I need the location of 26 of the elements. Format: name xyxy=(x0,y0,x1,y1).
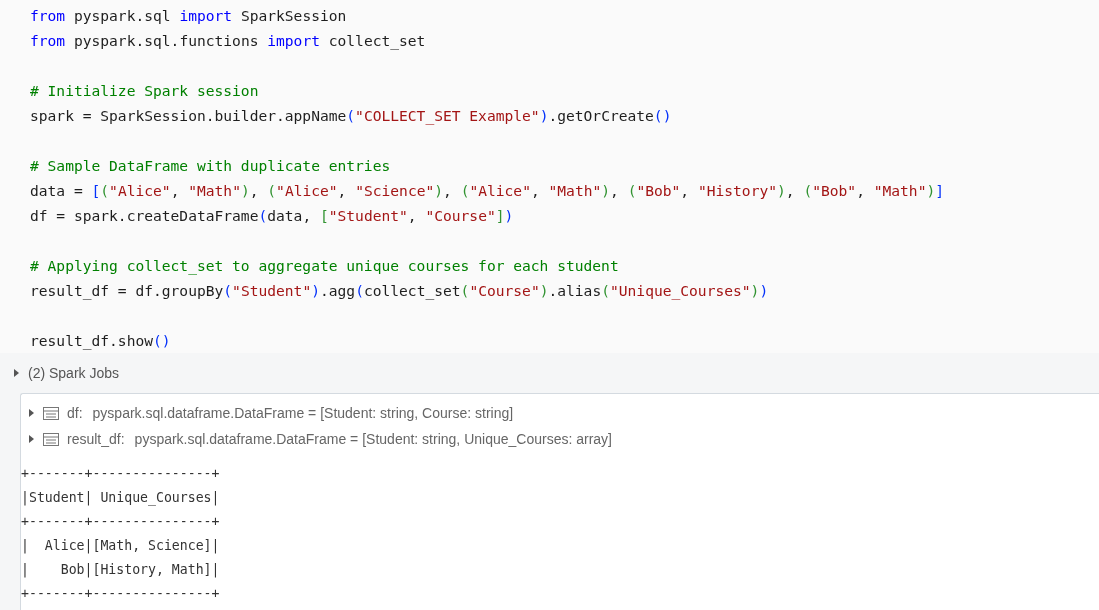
schema-type: pyspark.sql.dataframe.DataFrame = [Student: string, Unique_Courses: array] xyxy=(134,429,612,449)
schema-type: pyspark.sql.dataframe.DataFrame = [Student: string, Course: string] xyxy=(92,403,514,423)
code-line: spark = SparkSession.builder.appName("COLLECT_SET Example").getOrCreate() xyxy=(30,106,672,127)
code-line: result_df.show() xyxy=(30,331,171,352)
spark-jobs-toggle[interactable]: (2) Spark Jobs xyxy=(28,362,120,384)
code-line: from pyspark.sql.functions import collect_set xyxy=(30,31,426,52)
table-icon xyxy=(43,432,59,446)
code-line: from pyspark.sql import SparkSession xyxy=(30,6,347,26)
code-line: data = [("Alice", "Math"), ("Alice", "Science"), ("Alice", "Math"), ("Bob", "History"), ("Bob", "Math")] xyxy=(30,181,944,201)
code-line: # Applying collect_set to aggregate unique courses for each student xyxy=(30,256,619,277)
caret-icon[interactable] xyxy=(27,434,35,444)
caret-icon[interactable] xyxy=(12,368,20,378)
output-line: | Bob|[History, Math]| xyxy=(21,561,220,580)
schema-name: result_df: xyxy=(67,429,125,449)
code-line: df = spark.createDataFrame(data, ["Student", "Course"]) xyxy=(30,206,514,226)
code-line: # Sample DataFrame with duplicate entries xyxy=(30,156,391,176)
code-line: # Initialize Spark session xyxy=(30,81,259,101)
table-icon xyxy=(43,406,59,420)
output-line: | Alice|[Math, Science]| xyxy=(21,537,220,556)
output-line: +-------+---------------+ xyxy=(21,585,220,603)
output-line: +-------+---------------+ xyxy=(21,513,220,531)
output-line: |Student| Unique_Courses| xyxy=(21,489,220,508)
code-line: result_df = df.groupBy("Student").agg(collect_set("Course").alias("Unique_Courses")) xyxy=(30,281,769,302)
caret-icon[interactable] xyxy=(27,408,35,418)
schema-name: df: xyxy=(67,403,83,423)
output-line: +-------+---------------+ xyxy=(21,465,220,483)
